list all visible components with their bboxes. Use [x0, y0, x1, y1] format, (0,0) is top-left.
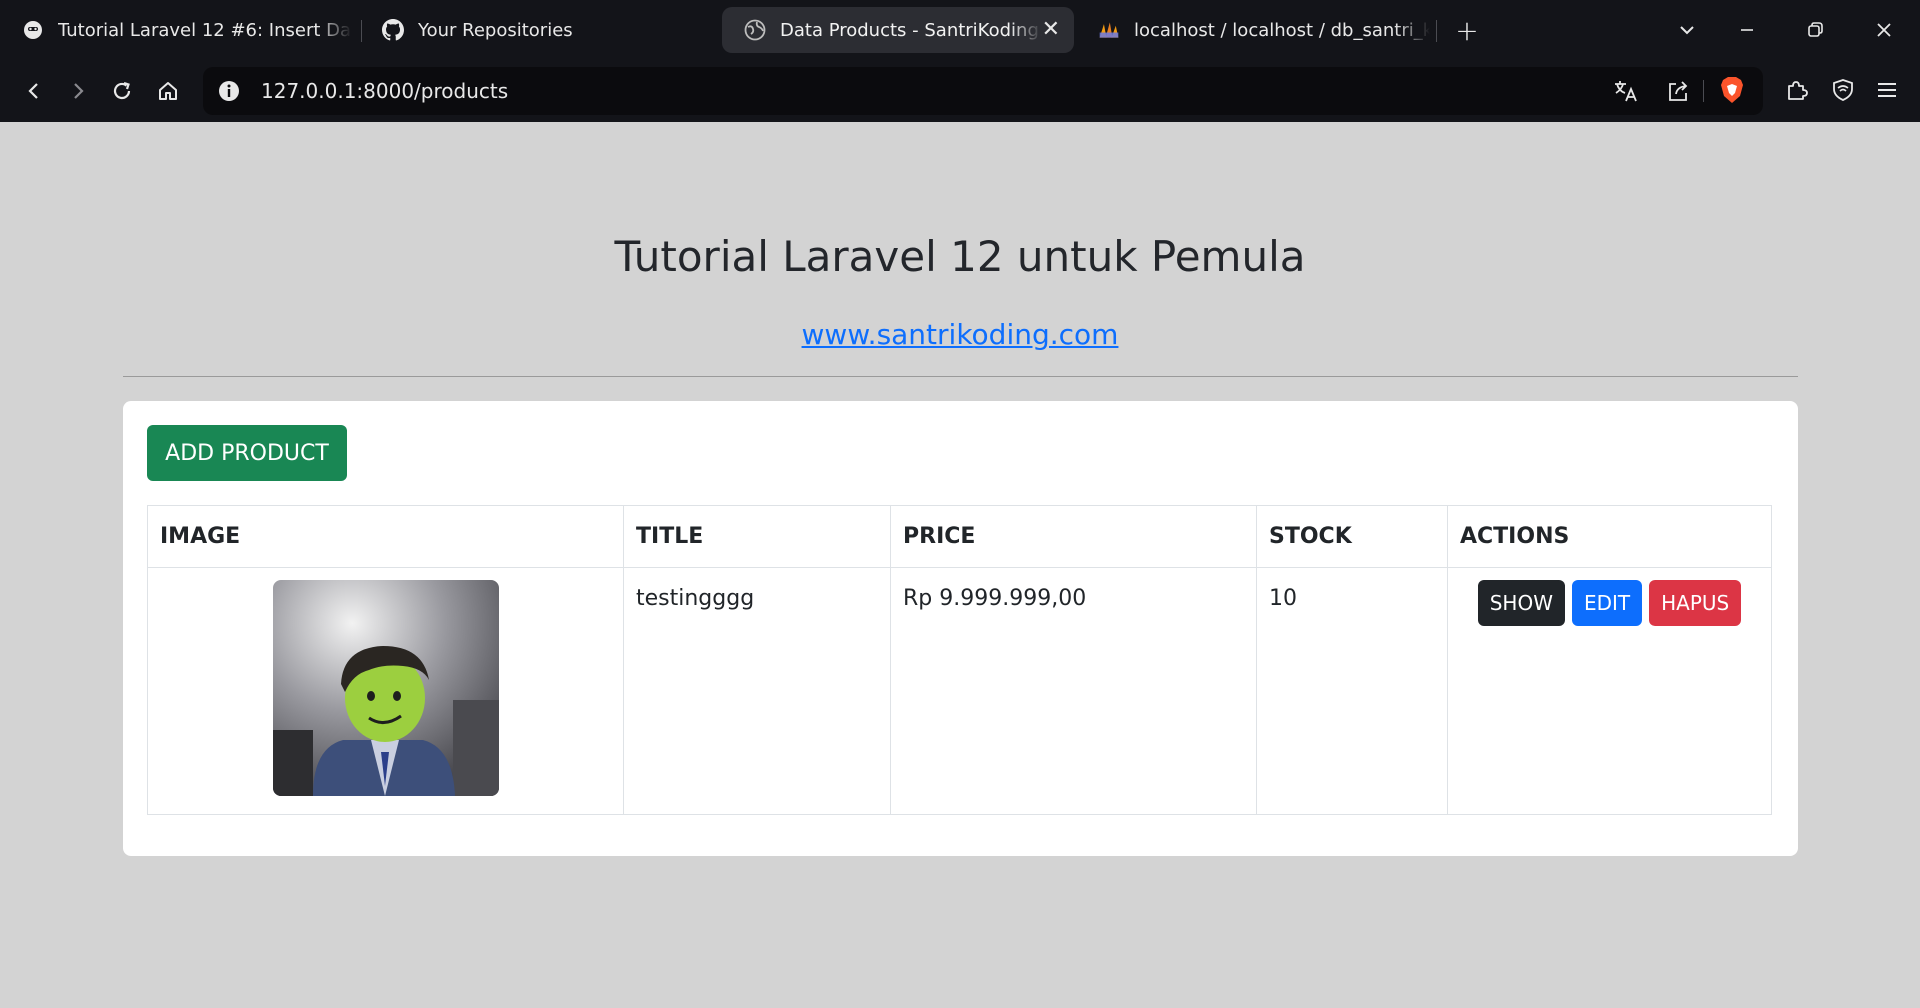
- url-text[interactable]: 127.0.0.1:8000/products: [261, 79, 508, 103]
- table-header-row: IMAGE TITLE PRICE STOCK ACTIONS: [147, 505, 1772, 568]
- tab-title: Your Repositories: [418, 19, 573, 41]
- tab-your-repositories[interactable]: Your Repositories: [360, 7, 700, 53]
- browser-toolbar: 127.0.0.1:8000/products: [0, 60, 1920, 122]
- phpmyadmin-icon: [1098, 19, 1120, 41]
- tab-title: localhost / localhost / db_santri_koding: [1134, 19, 1430, 41]
- address-bar[interactable]: 127.0.0.1:8000/products: [203, 67, 1763, 115]
- products-table: IMAGE TITLE PRICE STOCK ACTIONS testingg…: [147, 505, 1772, 815]
- site-info-icon[interactable]: [217, 79, 241, 103]
- back-icon[interactable]: [16, 73, 52, 109]
- tab-title: Data Products - SantriKoding.com: [780, 19, 1042, 41]
- menu-icon[interactable]: [1870, 73, 1904, 107]
- reload-icon[interactable]: [104, 73, 140, 109]
- tab-tutorial-laravel[interactable]: Tutorial Laravel 12 #6: Insert Data ke: [0, 7, 352, 53]
- cell-image: [147, 567, 624, 815]
- url-divider: [1703, 80, 1704, 102]
- github-icon: [382, 19, 404, 41]
- forward-icon[interactable]: [60, 73, 96, 109]
- delete-button[interactable]: HAPUS: [1649, 580, 1742, 626]
- divider: [123, 376, 1798, 377]
- column-header-stock: STOCK: [1256, 505, 1448, 568]
- tab-strip: Tutorial Laravel 12 #6: Insert Data ke Y…: [0, 0, 1920, 60]
- cell-price: Rp 9.999.999,00: [890, 567, 1257, 815]
- minimize-icon[interactable]: [1729, 12, 1765, 48]
- home-icon[interactable]: [150, 73, 186, 109]
- tab-title: Tutorial Laravel 12 #6: Insert Data ke: [58, 19, 352, 41]
- cell-title: testingggg: [623, 567, 891, 815]
- cell-actions: SHOW EDIT HAPUS: [1447, 567, 1772, 815]
- tab-data-products[interactable]: Data Products - SantriKoding.com ✕: [722, 7, 1074, 53]
- table-row: testingggg Rp 9.999.999,00 10 SHOW EDIT …: [147, 567, 1772, 815]
- column-header-price: PRICE: [890, 505, 1257, 568]
- page-content: Tutorial Laravel 12 untuk Pemula www.san…: [0, 122, 1920, 1008]
- translate-icon[interactable]: [1609, 74, 1643, 108]
- edit-button[interactable]: EDIT: [1571, 580, 1643, 626]
- add-product-button[interactable]: ADD PRODUCT: [147, 425, 347, 481]
- products-card: ADD PRODUCT IMAGE TITLE PRICE STOCK ACTI…: [123, 401, 1798, 856]
- brave-shields-icon[interactable]: [1715, 73, 1749, 107]
- tab-search-chevron-icon[interactable]: [1669, 12, 1705, 48]
- cell-stock: 10: [1256, 567, 1448, 815]
- tab-divider: [1436, 20, 1437, 42]
- globe-icon: [744, 19, 766, 41]
- column-header-image: IMAGE: [147, 505, 624, 568]
- tab-phpmyadmin[interactable]: localhost / localhost / db_santri_koding: [1076, 7, 1436, 53]
- close-tab-icon[interactable]: ✕: [1042, 19, 1060, 41]
- page-heading: Tutorial Laravel 12 untuk Pemula: [614, 232, 1306, 281]
- new-tab-button[interactable]: +: [1449, 12, 1485, 48]
- show-button[interactable]: SHOW: [1477, 580, 1565, 626]
- santrikoding-favicon-icon: [22, 19, 44, 41]
- close-window-icon[interactable]: [1866, 12, 1902, 48]
- restore-icon[interactable]: [1797, 12, 1833, 48]
- share-icon[interactable]: [1661, 74, 1695, 108]
- product-image: [272, 580, 499, 796]
- vpn-shield-icon[interactable]: [1826, 73, 1860, 107]
- column-header-actions: ACTIONS: [1447, 505, 1772, 568]
- extensions-icon[interactable]: [1780, 73, 1814, 107]
- row-actions: SHOW EDIT HAPUS: [1460, 580, 1759, 626]
- santrikoding-link[interactable]: www.santrikoding.com: [0, 318, 1920, 351]
- column-header-title: TITLE: [623, 505, 891, 568]
